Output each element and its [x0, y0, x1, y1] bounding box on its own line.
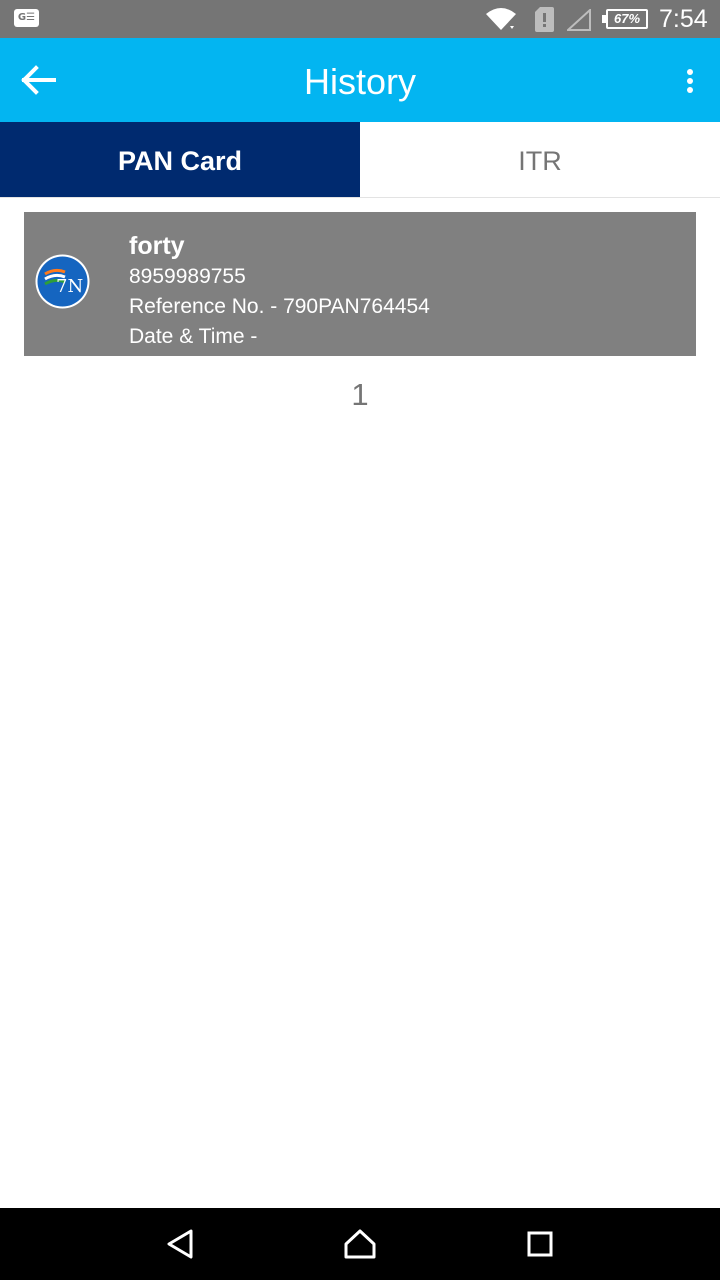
history-item[interactable]: 7N forty 8959989755 Reference No. - 790P… — [24, 212, 696, 356]
system-nav-bar — [0, 1208, 720, 1280]
phone-number: 8959989755 — [129, 265, 246, 288]
more-vert-icon[interactable] — [672, 60, 708, 100]
history-item-details: forty 8959989755 Reference No. - 790PAN7… — [129, 230, 430, 352]
applicant-name: forty — [129, 232, 185, 260]
notification-icon: G☰ — [14, 9, 39, 27]
reference-number: Reference No. - 790PAN764454 — [129, 295, 430, 318]
arrow-left-icon[interactable] — [18, 58, 62, 102]
tab-bar: PAN Card ITR — [0, 122, 720, 198]
wifi-icon — [486, 8, 516, 30]
logo-text: 7N — [56, 276, 83, 297]
back-triangle-icon[interactable] — [162, 1226, 198, 1262]
tab-itr[interactable]: ITR — [360, 122, 720, 197]
signal-icon — [567, 9, 591, 31]
clock: 7:54 — [659, 5, 708, 33]
date-time: Date & Time - — [129, 325, 258, 348]
home-icon[interactable] — [342, 1226, 378, 1262]
recents-icon[interactable] — [522, 1226, 558, 1262]
page-title: History — [303, 61, 416, 102]
page-number[interactable]: 1 — [0, 374, 720, 416]
app-bar: History — [0, 38, 720, 122]
sim-alert-icon — [535, 7, 554, 32]
status-bar: G☰ 67% 7:54 — [0, 0, 720, 38]
battery-icon: 67% — [602, 9, 648, 29]
tab-pan-card[interactable]: PAN Card — [0, 122, 360, 197]
company-logo-icon: 7N — [35, 254, 90, 309]
